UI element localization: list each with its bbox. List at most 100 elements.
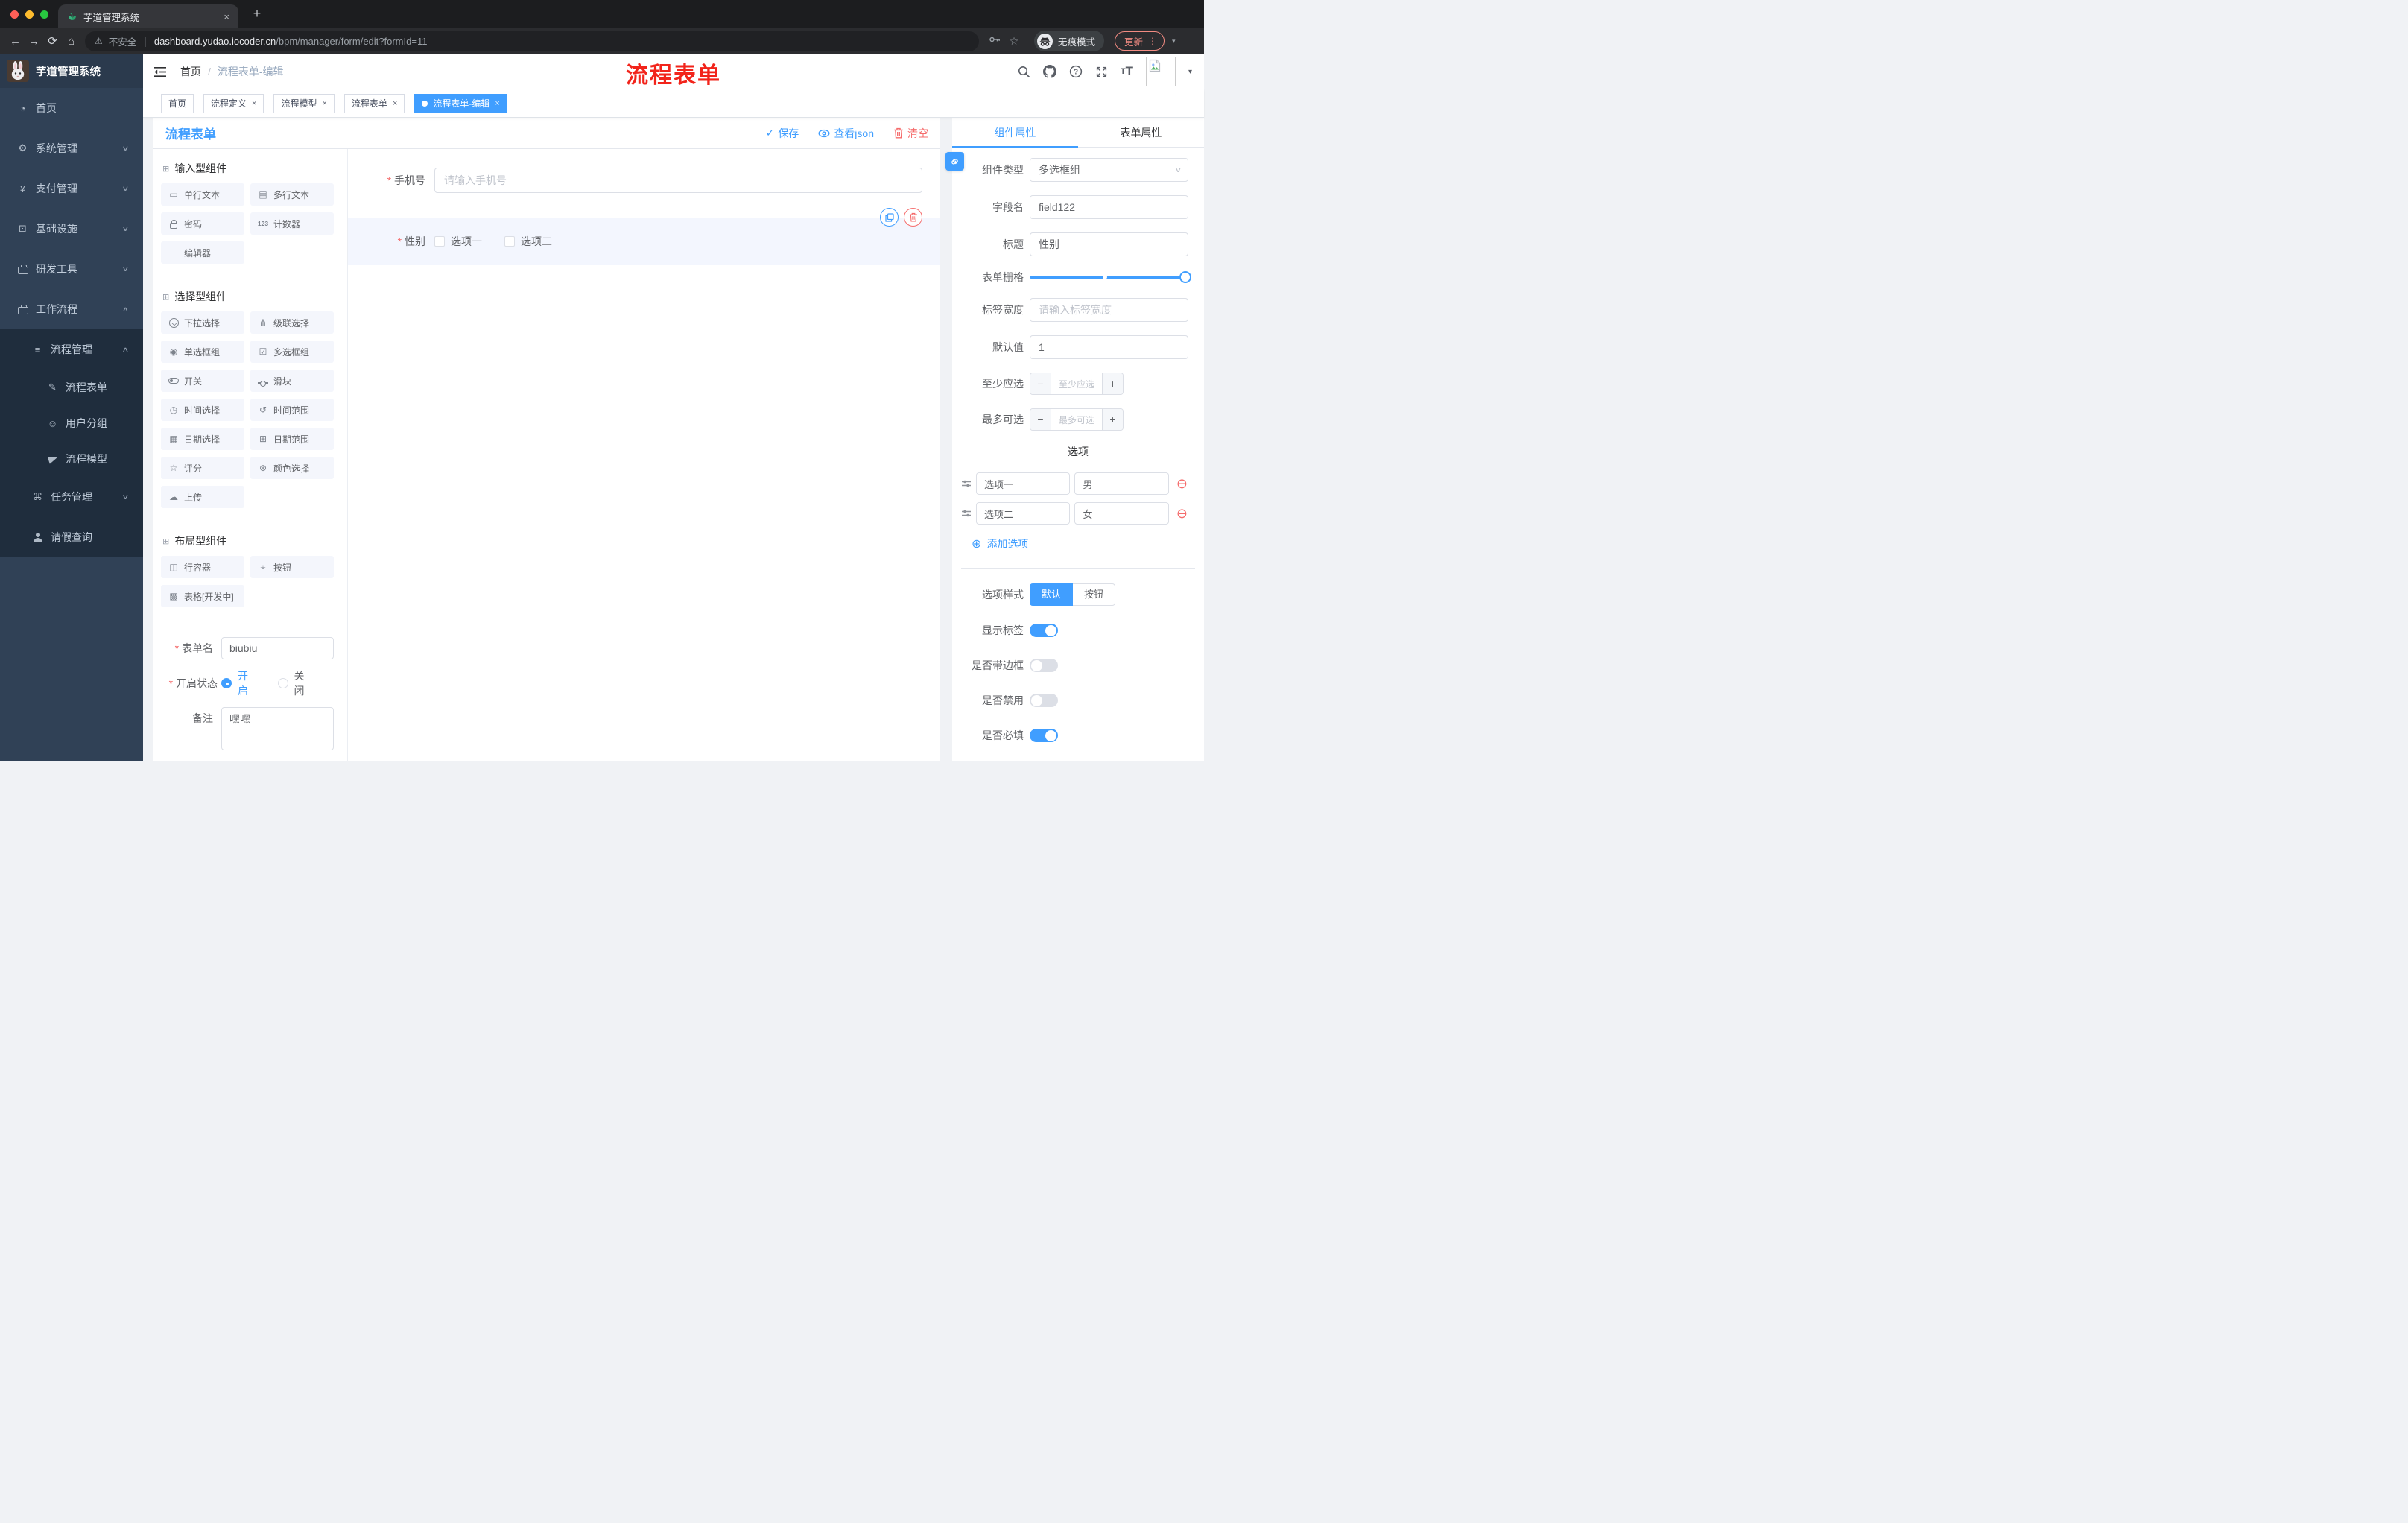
plus-button[interactable]: + [1102, 409, 1123, 430]
tag-tab-首页[interactable]: 首页 [161, 93, 194, 113]
home-icon[interactable]: ⌂ [62, 35, 80, 48]
tab-component-props[interactable]: 组件属性 [952, 118, 1078, 147]
github-icon[interactable] [1042, 65, 1056, 78]
minus-button[interactable]: − [1030, 373, 1051, 394]
minus-button[interactable]: − [1030, 409, 1051, 430]
toggle-是否带边框[interactable] [1030, 659, 1058, 672]
chrome-caret-icon[interactable]: ▾ [1172, 37, 1176, 45]
drag-handle[interactable] [961, 479, 972, 488]
breadcrumb-home[interactable]: 首页 [180, 64, 201, 79]
minimize-window-button[interactable] [25, 10, 34, 19]
not-secure-label[interactable]: 不安全 [109, 34, 137, 48]
link-tag-button[interactable] [945, 152, 964, 171]
sidebar-item-工作流程[interactable]: 工作流程 ∧ [0, 289, 143, 329]
plus-button[interactable]: + [1102, 373, 1123, 394]
canvas-field-phone[interactable]: 手机号 [348, 168, 940, 193]
sidebar-item-用户分组[interactable]: ☺ 用户分组 [0, 405, 143, 441]
back-icon[interactable]: ← [6, 35, 25, 48]
min-select-placeholder[interactable]: 至少应选 [1051, 373, 1102, 394]
library-item-编辑器[interactable]: 编辑器 [161, 241, 244, 264]
toggle-显示标签[interactable] [1030, 624, 1058, 637]
library-item-时间选择[interactable]: ◷ 时间选择 [161, 399, 244, 421]
library-item-单行文本[interactable]: ▭ 单行文本 [161, 183, 244, 206]
forward-icon[interactable]: → [25, 35, 43, 48]
help-icon[interactable]: ? [1069, 65, 1083, 78]
remove-option-button[interactable]: ⊖ [1176, 507, 1188, 520]
library-item-下拉选择[interactable]: 下拉选择 [161, 311, 244, 334]
sidebar-item-任务管理[interactable]: ⌘ 任务管理 ∨ [0, 477, 143, 517]
style-button-button[interactable]: 按钮 [1073, 583, 1116, 606]
library-item-多行文本[interactable]: ▤ 多行文本 [250, 183, 334, 206]
title-input[interactable] [1030, 232, 1188, 256]
library-item-时间范围[interactable]: ↺ 时间范围 [250, 399, 334, 421]
sidebar-item-系统管理[interactable]: ⚙ 系统管理 ∨ [0, 128, 143, 168]
slider-handle[interactable] [1179, 271, 1191, 283]
copy-component-button[interactable] [880, 208, 899, 227]
sidebar-item-基础设施[interactable]: ⊡ 基础设施 ∨ [0, 209, 143, 249]
option-label-input[interactable] [976, 472, 1071, 495]
library-item-密码[interactable]: 密码 [161, 212, 244, 235]
default-value-input[interactable] [1030, 335, 1188, 359]
sidebar-item-研发工具[interactable]: 研发工具 ∨ [0, 249, 143, 289]
browser-menu-dots-icon[interactable]: ⋮ [1148, 36, 1157, 46]
search-icon[interactable] [1018, 66, 1030, 78]
fullscreen-icon[interactable] [1095, 66, 1108, 78]
add-option-button[interactable]: ⊕ 添加选项 [972, 536, 1204, 551]
tag-tab-流程表单[interactable]: 流程表单 × [343, 93, 405, 113]
url-text[interactable]: dashboard.yudao.iocoder.cn/bpm/manager/f… [154, 36, 428, 47]
sidebar-item-流程模型[interactable]: 流程模型 [0, 441, 143, 477]
avatar-caret-icon[interactable]: ▾ [1188, 68, 1192, 76]
option-value-input[interactable] [1074, 502, 1169, 525]
new-tab-button[interactable]: + [249, 6, 265, 22]
hamburger-icon[interactable] [153, 66, 167, 77]
gender-option-选项一[interactable]: 选项一 [434, 234, 482, 249]
tab-form-props[interactable]: 表单属性 [1078, 118, 1204, 147]
sidebar-item-流程表单[interactable]: ✎ 流程表单 [0, 370, 143, 405]
library-item-滑块[interactable]: 滑块 [250, 370, 334, 392]
sidebar-item-首页[interactable]: ◔ 首页 [0, 88, 143, 128]
view-json-button[interactable]: 查看json [818, 126, 874, 141]
tag-tab-流程表单-编辑[interactable]: 流程表单-编辑 × [414, 93, 507, 113]
status-radio-开启[interactable]: 开启 [221, 668, 257, 698]
checkbox-icon[interactable] [434, 236, 445, 247]
form-grid-slider[interactable] [1030, 271, 1191, 283]
form-name-input[interactable] [221, 637, 334, 659]
browser-tab[interactable]: 芋道管理系统 × [58, 4, 238, 28]
reload-icon[interactable]: ⟳ [43, 34, 62, 48]
library-item-日期范围[interactable]: ⊞ 日期范围 [250, 428, 334, 450]
library-item-上传[interactable]: ☁ 上传 [161, 486, 244, 508]
canvas-field-gender-selected[interactable]: 性别 选项一 选项二 [348, 208, 940, 265]
sidebar-logo[interactable]: 芋道管理系统 [0, 54, 143, 88]
library-item-按钮[interactable]: ⌖ 按钮 [250, 556, 334, 578]
library-item-行容器[interactable]: ◫ 行容器 [161, 556, 244, 578]
library-item-开关[interactable]: 开关 [161, 370, 244, 392]
option-value-input[interactable] [1074, 472, 1169, 495]
toggle-是否禁用[interactable] [1030, 694, 1058, 707]
gender-option-选项二[interactable]: 选项二 [504, 234, 552, 249]
library-item-多选框组[interactable]: ☑ 多选框组 [250, 341, 334, 363]
library-item-计数器[interactable]: 123 计数器 [250, 212, 334, 235]
close-icon[interactable]: × [252, 99, 256, 108]
address-bar[interactable]: ⚠ 不安全 | dashboard.yudao.iocoder.cn/bpm/m… [85, 31, 979, 51]
tag-tab-流程定义[interactable]: 流程定义 × [203, 93, 264, 113]
bookmark-star-icon[interactable]: ☆ [1004, 35, 1024, 48]
sidebar-item-流程管理[interactable]: ≡ 流程管理 ∧ [0, 329, 143, 370]
max-select-placeholder[interactable]: 最多可选 [1051, 409, 1102, 430]
save-button[interactable]: ✓ 保存 [766, 126, 799, 141]
checkbox-icon[interactable] [504, 236, 515, 247]
toggle-是否必填[interactable] [1030, 729, 1058, 742]
field-name-input[interactable] [1030, 195, 1188, 219]
maximize-window-button[interactable] [40, 10, 48, 19]
font-size-icon[interactable]: TT [1121, 64, 1133, 79]
close-icon[interactable]: × [495, 99, 499, 108]
key-icon[interactable] [985, 34, 1004, 49]
close-window-button[interactable] [10, 10, 19, 19]
library-item-级联选择[interactable]: ⋔ 级联选择 [250, 311, 334, 334]
close-icon[interactable]: × [393, 99, 397, 108]
library-item-颜色选择[interactable]: ⊛ 颜色选择 [250, 457, 334, 479]
clear-button[interactable]: 清空 [893, 126, 928, 141]
library-item-日期选择[interactable]: ▦ 日期选择 [161, 428, 244, 450]
sidebar-item-请假查询[interactable]: 请假查询 [0, 517, 143, 557]
library-item-评分[interactable]: ☆ 评分 [161, 457, 244, 479]
drag-handle[interactable] [961, 509, 972, 518]
